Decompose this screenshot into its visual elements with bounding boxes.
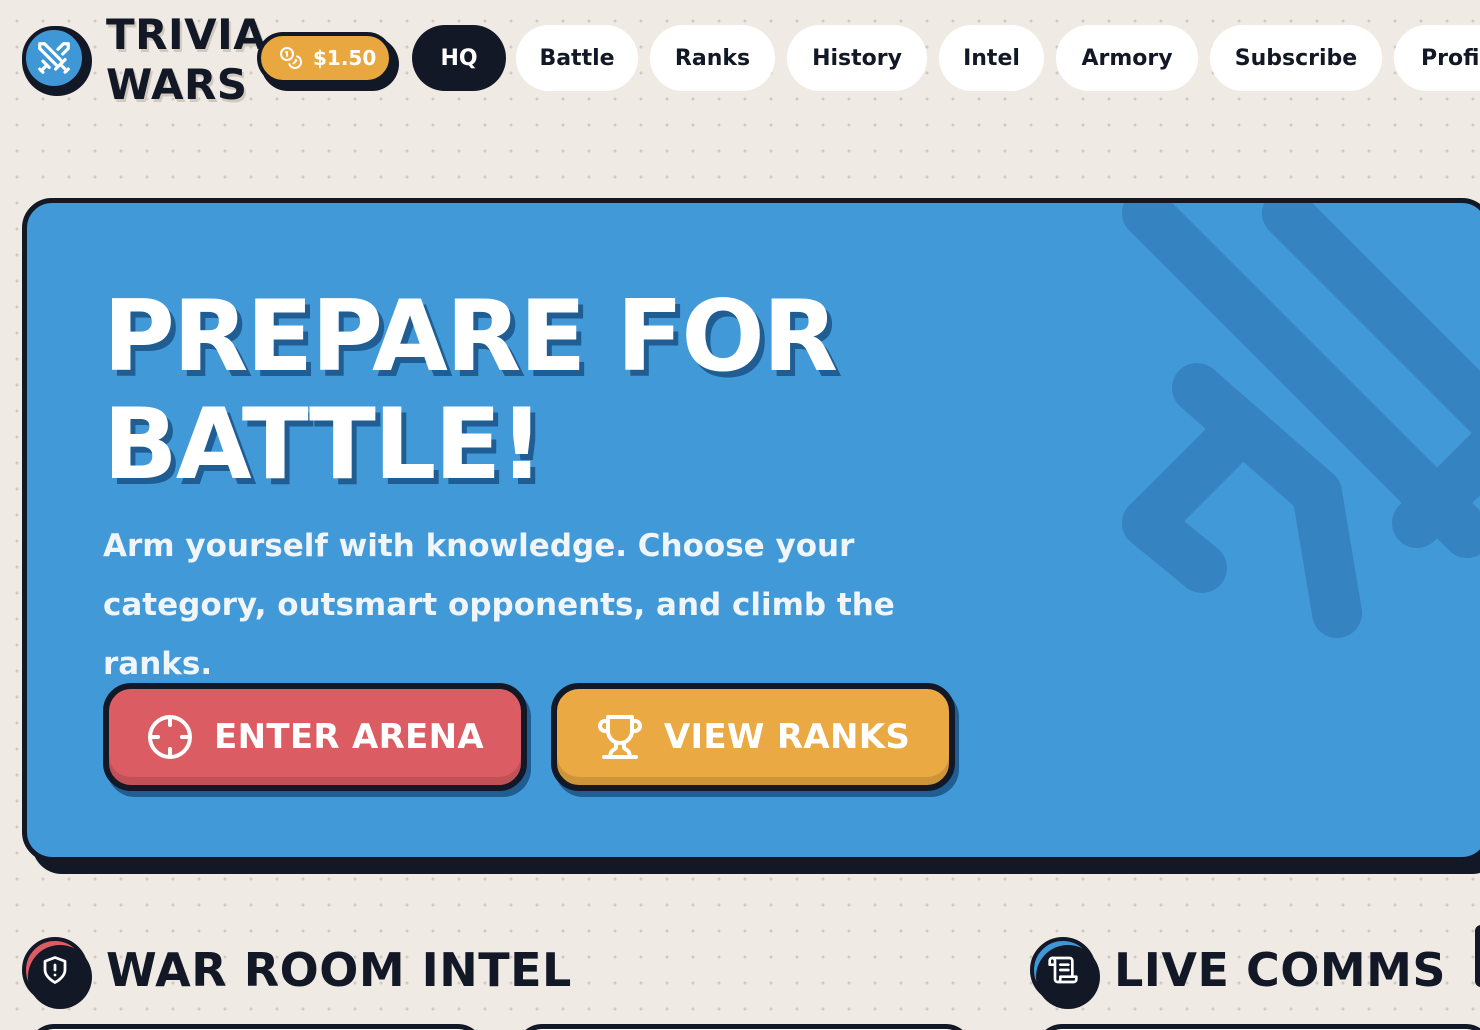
coin-balance[interactable]: $1.50	[257, 32, 399, 91]
trophy-icon	[597, 715, 642, 759]
view-ranks-button[interactable]: VIEW RANKS	[551, 683, 959, 797]
view-ranks-label: VIEW RANKS	[663, 717, 911, 757]
war-room-intel-title: WAR ROOM INTEL	[106, 943, 572, 997]
nav-item-hq[interactable]: HQ	[412, 25, 506, 91]
enter-arena-label: ENTER ARENA	[214, 717, 484, 757]
hero-banner: PREPARE FOR BATTLE! Arm yourself with kn…	[22, 198, 1480, 862]
nav-item-ranks[interactable]: Ranks	[650, 25, 775, 91]
hero-subtitle: Arm yourself with knowledge. Choose your…	[103, 528, 895, 682]
shield-alert-icon	[22, 937, 92, 1009]
nav-item-profile[interactable]: Profil	[1394, 25, 1480, 91]
crossed-swords-icon	[38, 42, 70, 74]
crossed-swords-watermark-icon	[1122, 203, 1480, 638]
hero-title-line2: BATTLE!	[103, 388, 544, 502]
right-panel-edge	[1475, 925, 1480, 987]
coin-balance-value: $1.50	[313, 46, 377, 70]
nav-item-intel[interactable]: Intel	[939, 25, 1044, 91]
hero-title-line1: PREPARE FOR	[103, 280, 838, 394]
live-comms-title: LIVE COMMS	[1114, 943, 1447, 997]
intel-card	[516, 1024, 972, 1030]
enter-arena-button[interactable]: ENTER ARENA	[103, 683, 531, 797]
logo-line1: TRIVIA	[106, 10, 267, 59]
nav-item-subscribe[interactable]: Subscribe	[1210, 25, 1382, 91]
scroll-icon	[1030, 937, 1100, 1009]
nav-item-history[interactable]: History	[787, 25, 927, 91]
coins-icon	[280, 47, 302, 69]
logo-line2: WARS	[106, 60, 248, 109]
nav-item-armory[interactable]: Armory	[1056, 25, 1198, 91]
logo-text[interactable]: TRIVIA WARS	[106, 10, 266, 110]
hero-title: PREPARE FOR BATTLE!	[103, 283, 1003, 499]
intel-card	[28, 1024, 484, 1030]
nav-item-battle[interactable]: Battle	[516, 25, 638, 91]
logo-badge[interactable]	[22, 26, 92, 96]
crosshair-icon	[148, 715, 193, 759]
comms-card	[1036, 1024, 1480, 1030]
